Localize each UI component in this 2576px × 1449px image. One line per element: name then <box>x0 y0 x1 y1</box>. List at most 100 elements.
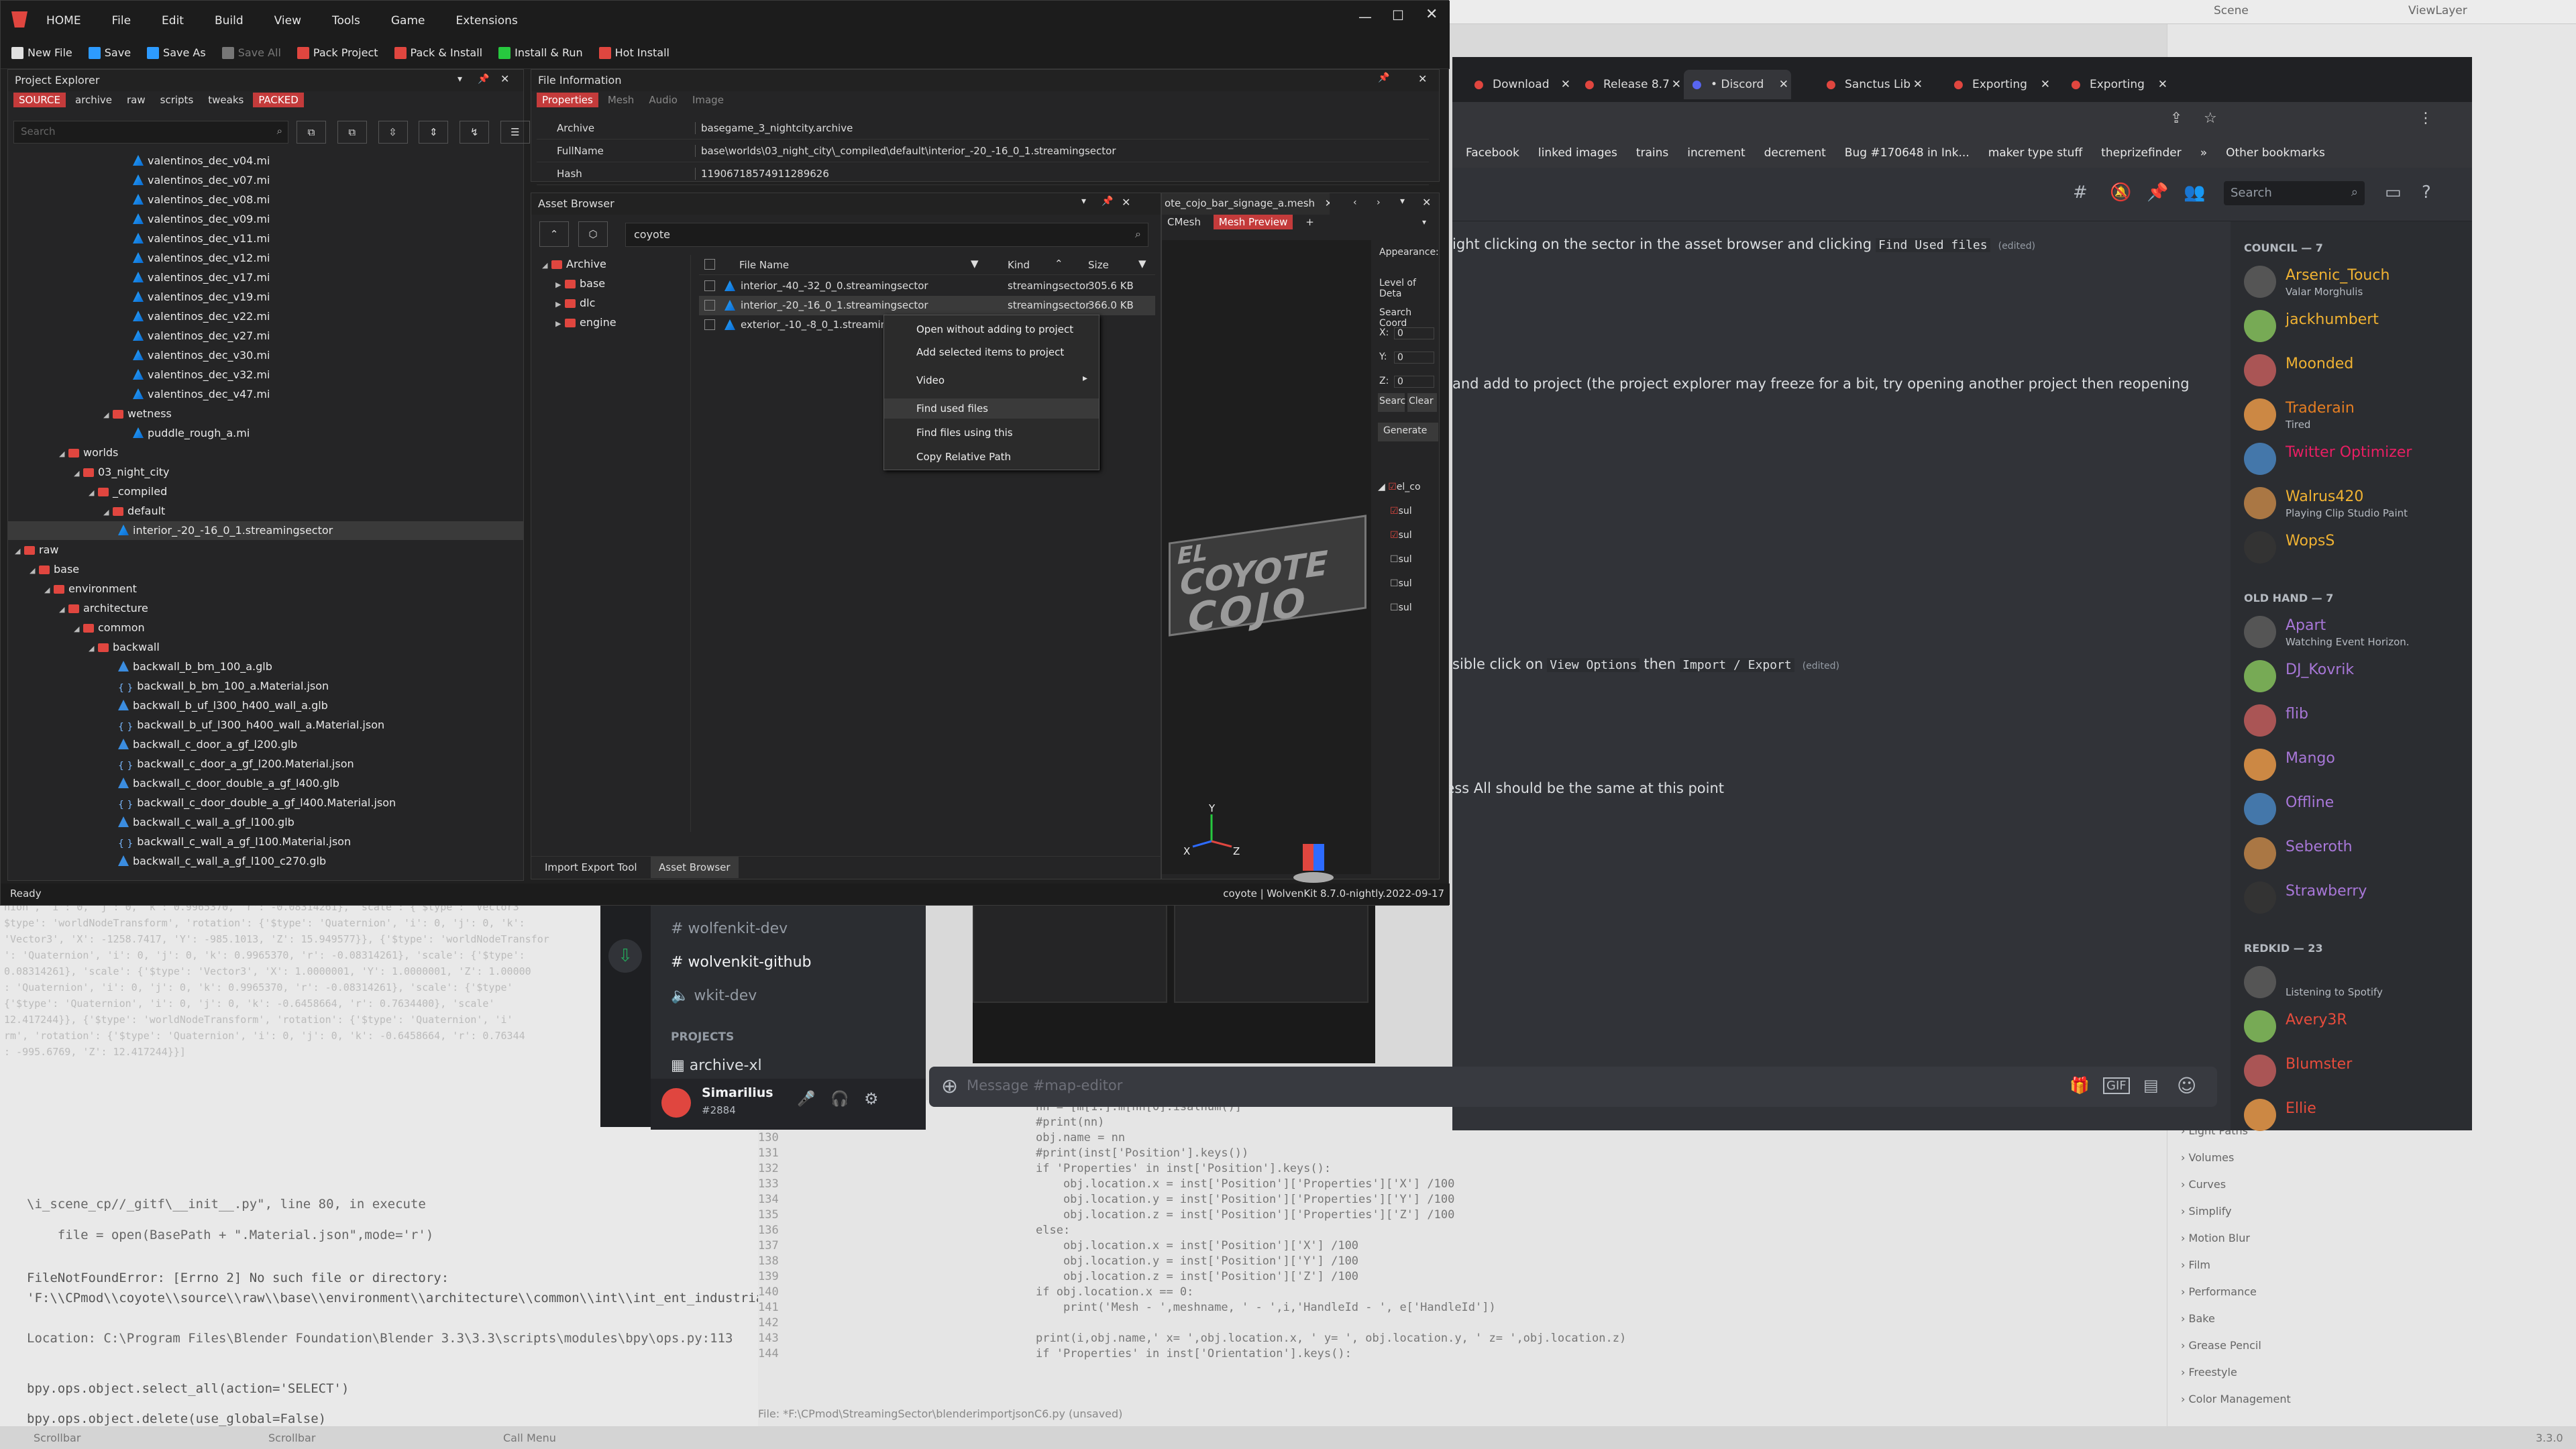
render-panel-item[interactable]: › Freestyle <box>2181 1366 2237 1379</box>
bookmark[interactable]: maker type stuff <box>1988 146 2082 160</box>
chevron-down-icon[interactable]: ◢ <box>30 561 39 580</box>
chevron-right-icon[interactable]: ▶ <box>555 295 565 314</box>
download-icon[interactable]: ⇩ <box>608 939 642 973</box>
close-tab-icon[interactable]: ✕ <box>1561 70 1570 99</box>
menu-edit[interactable]: Edit <box>162 14 184 28</box>
view-cube-icon[interactable] <box>1293 844 1334 883</box>
checkbox[interactable]: ☑ <box>1388 482 1397 492</box>
menu-build[interactable]: Build <box>215 14 244 28</box>
collapse-icon[interactable]: ⧉ <box>297 121 326 144</box>
threads-icon[interactable]: # <box>2073 182 2088 203</box>
tree-file[interactable]: valentinos_dec_v17.mi <box>133 268 270 287</box>
gift-icon[interactable]: 🎁 <box>2070 1076 2090 1095</box>
table-row[interactable]: interior_-20_-16_0_1.streamingsector stre… <box>699 296 1155 315</box>
tree-file[interactable]: valentinos_dec_v07.mi <box>133 171 270 190</box>
tree-file[interactable]: backwall_b_bm_100_a.glb <box>118 657 272 676</box>
chevron-down-icon[interactable]: ◢ <box>103 406 113 425</box>
coord-input[interactable]: 0 <box>1394 327 1434 339</box>
mesh-viewport[interactable]: EL COYOTE COJO Y X Z <box>1162 240 1371 883</box>
checkbox[interactable]: ☑ <box>1390 530 1399 541</box>
select-all-checkbox[interactable] <box>704 259 715 270</box>
chevron-down-icon[interactable]: ◢ <box>44 581 54 600</box>
fileinfo-tab-audio[interactable]: Audio <box>643 93 683 107</box>
checkbox[interactable]: ☐ <box>1390 554 1399 565</box>
tree-file[interactable]: { }backwall_c_wall_a_gf_l100_c270.Materi… <box>118 871 382 876</box>
maximize-icon[interactable]: ☐ <box>1392 7 1404 23</box>
menu-item[interactable]: Find files using this <box>884 423 1099 443</box>
tree-file[interactable]: valentinos_dec_v19.mi <box>133 288 270 307</box>
tree-folder[interactable]: ◢ raw <box>15 541 58 559</box>
collapse-all-icon[interactable]: ⇳ <box>378 121 408 144</box>
tree-folder[interactable]: ◢ worlds <box>59 443 118 462</box>
filter-icon[interactable]: ▼ <box>1138 258 1146 270</box>
bottom-tab[interactable]: Asset Browser <box>651 857 739 878</box>
channel-item[interactable]: 🔈 wkit-dev <box>671 987 757 1004</box>
toolbar-button-6[interactable]: Install & Run <box>498 46 583 59</box>
blender-text-editor[interactable]: 128nn = [m[1:].m[nn[0].isalnum()]129#pri… <box>758 1100 2167 1429</box>
gif-icon[interactable]: GIF <box>2103 1077 2130 1094</box>
menu-home[interactable]: HOME <box>46 14 81 28</box>
tab-cmesh[interactable]: CMesh <box>1162 215 1206 229</box>
browser-tab[interactable]: ● Release 8.7 ✕ <box>1576 70 1684 99</box>
sticker-icon[interactable]: ▤ <box>2143 1076 2159 1095</box>
mute-icon[interactable]: 🔕 <box>2110 182 2131 203</box>
minimize-icon[interactable]: — <box>1358 9 1372 25</box>
menu-extensions[interactable]: Extensions <box>456 14 518 28</box>
property-value[interactable]: base\worlds\03_night_city\_compiled\defa… <box>695 145 1116 157</box>
tree-file[interactable]: valentinos_dec_v08.mi <box>133 191 270 209</box>
add-attachment-icon[interactable]: ⊕ <box>941 1075 958 1098</box>
avatar[interactable] <box>661 1088 691 1118</box>
menu-tools[interactable]: Tools <box>332 14 360 28</box>
tree-file[interactable]: valentinos_dec_v09.mi <box>133 210 270 229</box>
tree-file[interactable]: valentinos_dec_v04.mi <box>133 152 270 170</box>
explorer-tab-packed[interactable]: PACKED <box>253 93 304 107</box>
tree-folder[interactable]: ◢ environment <box>44 580 137 598</box>
scroll-left-icon[interactable]: ‹ <box>1353 197 1357 208</box>
toolbar-button-0[interactable]: New File <box>11 46 72 59</box>
toolbar-button-2[interactable]: Save As <box>147 46 206 59</box>
box-icon[interactable]: ⬡ <box>578 221 608 247</box>
bookmark[interactable]: linked images <box>1538 146 1617 160</box>
checkbox[interactable]: ☑ <box>1390 506 1399 517</box>
browser-tab[interactable]: ● Download ✕ <box>1466 70 1573 99</box>
tree-file[interactable]: valentinos_dec_v32.mi <box>133 366 270 384</box>
fileinfo-tab-mesh[interactable]: Mesh <box>602 93 640 107</box>
close-panel-icon[interactable]: ✕ <box>1418 72 1427 85</box>
pin-icon[interactable]: 📌 <box>2147 182 2168 203</box>
mute-mic-icon[interactable]: 🎤 <box>797 1091 815 1108</box>
tree-folder[interactable]: ◢ default <box>103 502 165 521</box>
search-button[interactable]: Searc <box>1378 393 1405 412</box>
close-panel-icon[interactable]: ✕ <box>1422 196 1431 209</box>
project-search-input[interactable]: Search ⌕ <box>13 121 288 144</box>
inbox-icon[interactable]: ▭ <box>2385 182 2402 203</box>
asset-search-input[interactable]: coyote ⌕ <box>625 223 1148 247</box>
bookmark[interactable]: trains <box>1636 146 1668 160</box>
appearance-item[interactable]: ☐sul <box>1378 554 1438 578</box>
tree-folder[interactable]: ◢ architecture <box>59 599 148 618</box>
tree-file[interactable]: { } backwall_b_bm_100_a.Material.json <box>118 677 329 696</box>
close-tab-icon[interactable]: ✕ <box>1913 70 1923 99</box>
tree-file[interactable]: backwall_b_uf_l300_h400_wall_a.glb <box>118 696 328 715</box>
pin-icon[interactable]: 📌 <box>1102 196 1113 207</box>
row-checkbox[interactable] <box>704 280 715 291</box>
ab-folder[interactable]: ▶ base <box>555 274 605 293</box>
bottom-tab[interactable]: Import Export Tool <box>537 857 645 878</box>
tree-file[interactable]: valentinos_dec_v22.mi <box>133 307 270 326</box>
flat-view-icon[interactable]: ↯ <box>460 121 490 144</box>
share-icon[interactable]: ⇪ <box>2170 110 2182 127</box>
toolbar-button-5[interactable]: Pack & Install <box>394 46 482 59</box>
discord-search-input[interactable]: Search ⌕ <box>2224 181 2365 205</box>
fileinfo-tab-properties[interactable]: Properties <box>537 93 598 107</box>
bookmark[interactable]: Other bookmarks <box>2226 146 2325 160</box>
ab-folder[interactable]: ▶ dlc <box>555 294 595 313</box>
render-panel-item[interactable]: › Bake <box>2181 1312 2215 1325</box>
tree-file[interactable]: { } backwall_c_door_a_gf_l200.Material.js… <box>118 755 354 773</box>
tree-file[interactable]: valentinos_dec_v30.mi <box>133 346 270 365</box>
generate-button[interactable]: Generate <box>1378 423 1438 441</box>
tree-folder[interactable]: ◢ wetness <box>103 405 172 423</box>
browser-tab[interactable]: ● • Discord ✕ <box>1684 70 1791 99</box>
chevron-right-icon[interactable]: ▶ <box>555 315 565 333</box>
tree-file[interactable]: valentinos_dec_v47.mi <box>133 385 270 404</box>
viewlayer-label[interactable]: ViewLayer <box>2408 4 2467 17</box>
star-icon[interactable]: ☆ <box>2204 110 2217 127</box>
